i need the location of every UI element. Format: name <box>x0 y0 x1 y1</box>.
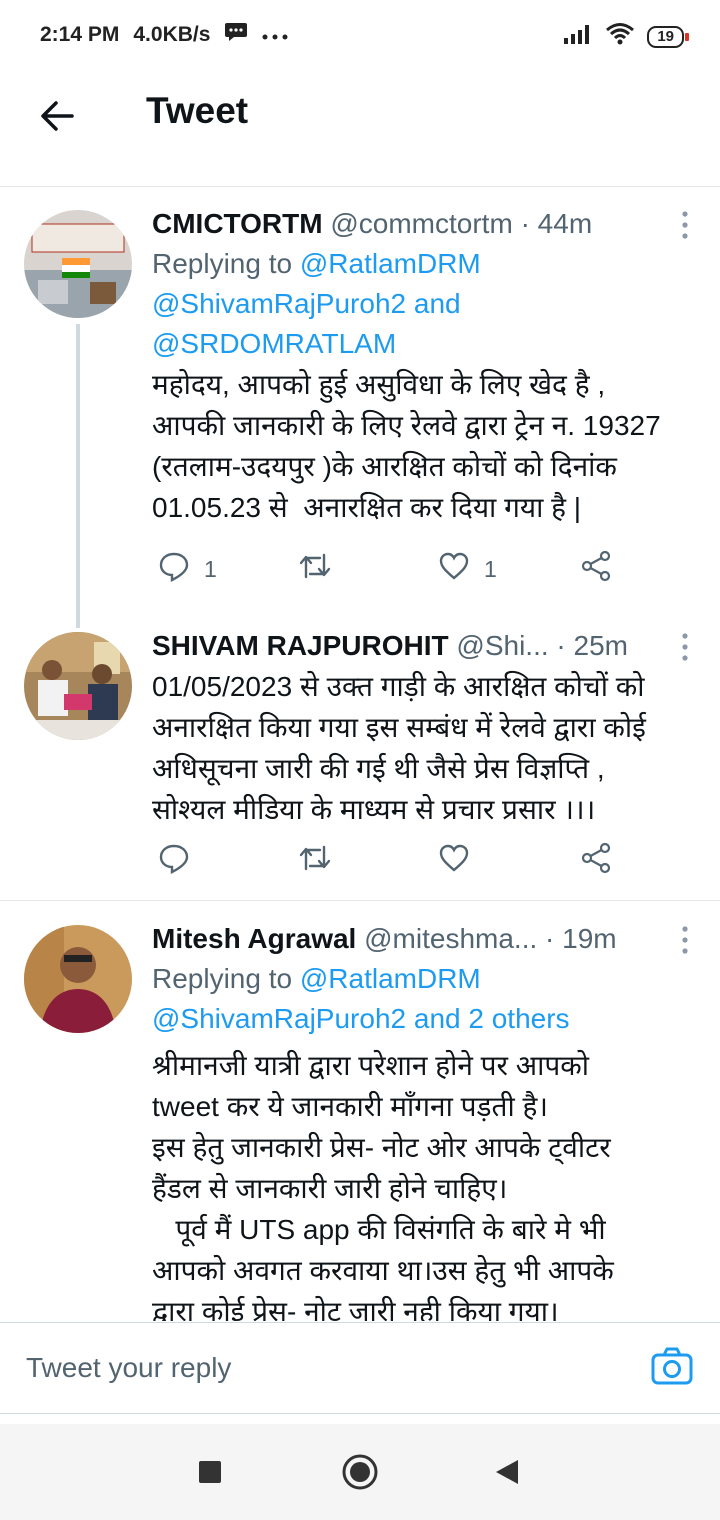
divider <box>0 166 720 187</box>
reply-button[interactable]: 1 <box>158 550 217 588</box>
reply-icon <box>158 550 190 588</box>
author-handle[interactable]: @Shi... <box>456 630 548 661</box>
tweet-text: श्रीमानजी यात्री द्वारा परेशान होने पर आ… <box>152 1050 614 1321</box>
status-time: 2:14 PM <box>40 23 120 46</box>
share-button[interactable] <box>580 550 612 588</box>
avatar[interactable] <box>24 210 132 318</box>
mention-link[interactable]: @ShivamRajPuroh2 and 2 others <box>152 999 692 1039</box>
retweet-button[interactable] <box>298 842 346 880</box>
share-icon <box>580 842 612 880</box>
battery-indicator: 19 <box>647 25 689 48</box>
like-count: 1 <box>484 555 497 582</box>
like-button[interactable] <box>438 842 484 880</box>
tweet-card[interactable]: Mitesh Agrawal @miteshma... · 19m Replyi… <box>0 901 720 1321</box>
status-left: 2:14 PM 4.0KB/s <box>40 22 288 48</box>
tweet-time: · 19m <box>545 923 617 954</box>
tweet-body: Mitesh Agrawal @miteshma... · 19m Replyi… <box>152 919 692 1321</box>
tweet-card[interactable]: SHIVAM RAJPUROHIT @Shi... · 25m 01/05/20… <box>0 616 720 900</box>
mention-link[interactable]: @ShivamRajPuroh2 and <box>152 284 692 324</box>
more-options-icon[interactable] <box>680 210 690 240</box>
tweet-time: · 25m <box>556 630 628 661</box>
tweet-text: महोदय, आपको हुई असुविधा के लिए खेद है , … <box>152 369 661 523</box>
reply-bar <box>0 1322 720 1414</box>
replying-prefix: Replying to <box>152 963 293 994</box>
status-bar: 2:14 PM 4.0KB/s 19 <box>0 0 720 70</box>
more-options-icon[interactable] <box>680 632 690 662</box>
mention-link[interactable]: @RatlamDRM <box>300 248 481 279</box>
author-name[interactable]: CMICTORTM <box>152 208 323 239</box>
home-button[interactable] <box>340 1452 380 1492</box>
author-name[interactable]: Mitesh Agrawal <box>152 923 356 954</box>
author-name[interactable]: SHIVAM RAJPUROHIT <box>152 630 449 661</box>
back-nav-button[interactable] <box>488 1452 528 1492</box>
wifi-icon <box>605 22 635 51</box>
mention-link[interactable]: @RatlamDRM <box>300 963 481 994</box>
recents-button[interactable] <box>190 1452 230 1492</box>
reply-button[interactable] <box>158 842 204 880</box>
tweet-time: · 44m <box>520 208 593 239</box>
replying-prefix: Replying to <box>152 248 293 279</box>
back-arrow-icon[interactable] <box>36 94 80 138</box>
heart-icon <box>438 550 470 588</box>
thread-line <box>76 324 80 628</box>
tweet-body: CMICTORTM @commctortm · 44m Replying to … <box>152 204 692 528</box>
avatar[interactable] <box>24 632 132 740</box>
mention-link[interactable]: @SRDOMRATLAM <box>152 324 692 364</box>
reply-count: 1 <box>204 555 217 582</box>
tweet-actions: 1 1 <box>152 550 632 590</box>
retweet-icon <box>298 842 332 880</box>
retweet-icon <box>298 550 332 588</box>
share-icon <box>580 550 612 588</box>
reply-icon <box>158 842 190 880</box>
page-title: Tweet <box>146 90 249 131</box>
replying-to: Replying to @RatlamDRM <box>152 244 692 284</box>
reply-input[interactable] <box>24 1345 588 1391</box>
tweet-header: CMICTORTM @commctortm · 44m <box>152 204 692 244</box>
author-handle[interactable]: @commctortm <box>330 208 512 239</box>
heart-icon <box>438 842 470 880</box>
replying-to: Replying to @RatlamDRM <box>152 959 692 999</box>
network-speed: 4.0KB/s <box>133 23 211 46</box>
tweet-text: 01/05/2023 से उक्त गाड़ी के आरक्षित कोचो… <box>152 671 646 825</box>
share-button[interactable] <box>580 842 612 880</box>
retweet-button[interactable] <box>298 550 346 588</box>
tweet-header: Mitesh Agrawal @miteshma... · 19m <box>152 919 692 959</box>
signal-icon <box>563 23 593 50</box>
more-options-icon[interactable] <box>680 925 690 955</box>
overflow-dots-icon <box>262 23 288 47</box>
author-handle[interactable]: @miteshma... <box>364 923 537 954</box>
like-button[interactable]: 1 <box>438 550 497 588</box>
system-nav-bar <box>0 1424 720 1520</box>
tweet-actions <box>152 842 632 882</box>
app-header: Tweet <box>0 70 720 167</box>
status-right: 19 <box>563 22 689 51</box>
tweet-card[interactable]: CMICTORTM @commctortm · 44m Replying to … <box>0 186 720 628</box>
message-icon <box>224 22 248 48</box>
tweet-header: SHIVAM RAJPUROHIT @Shi... · 25m <box>152 626 692 666</box>
tweet-body: SHIVAM RAJPUROHIT @Shi... · 25m 01/05/20… <box>152 626 692 830</box>
camera-icon[interactable] <box>650 1345 694 1389</box>
avatar[interactable] <box>24 925 132 1033</box>
